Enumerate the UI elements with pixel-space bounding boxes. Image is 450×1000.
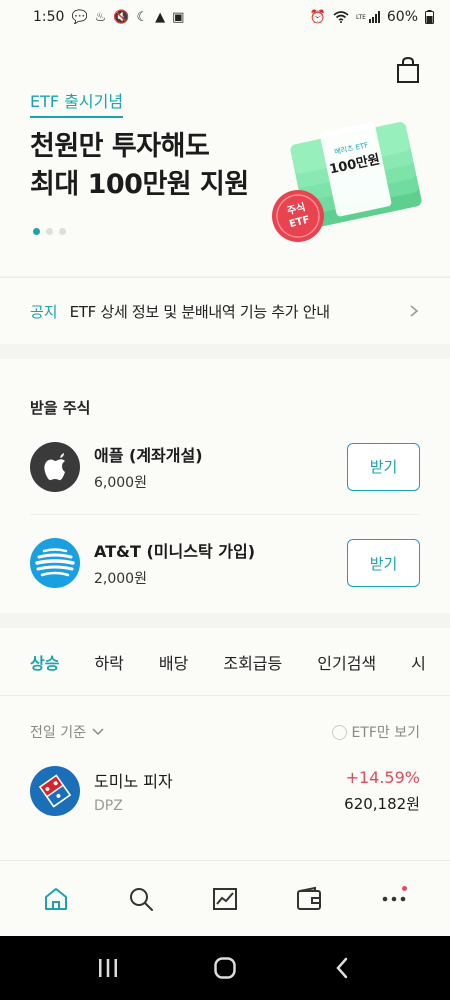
etf-only-label: ETF만 보기 [351, 725, 420, 741]
tab-dividend[interactable]: 배당 [159, 628, 188, 695]
basis-label: 전일 기준 [30, 725, 86, 741]
back-icon [335, 957, 347, 979]
tab-rise[interactable]: 상승 [30, 628, 60, 695]
recent-apps-button[interactable] [88, 948, 128, 988]
stock-info: AT&T (미니스탁 가입) 2,000원 [94, 538, 347, 588]
chevron-right-icon [410, 305, 419, 317]
banner-title-line1: 천원만 투자해도 [30, 131, 210, 162]
radio-icon [332, 724, 348, 740]
signal-icon: LTE [356, 11, 380, 23]
tab-popular-search[interactable]: 인기검색 [317, 628, 376, 695]
att-icon [30, 538, 80, 588]
image-notification-icon: ▣ [172, 9, 185, 25]
back-button[interactable] [322, 948, 362, 988]
promo-banner[interactable]: ETF 출시기념 천원만 투자해도 최대 100만원 지원 메리츠 ETF 10… [0, 34, 450, 276]
tab-partial[interactable]: 시 [411, 628, 426, 695]
rank-change: +14.59% [345, 768, 420, 787]
section-title: 받을 주식 [30, 399, 91, 417]
status-right: ⏰ LTE 60% [310, 9, 434, 25]
receive-button[interactable]: 받기 [347, 539, 420, 587]
chat-notification-icon: 💬 [71, 9, 88, 25]
rank-ticker: DPZ [94, 798, 123, 814]
home-icon [45, 887, 68, 910]
shopping-bag-icon[interactable] [396, 56, 420, 84]
carousel-dots [33, 228, 66, 235]
battery-icon [425, 10, 434, 24]
rank-name: 도미노 피자 [94, 772, 173, 791]
status-time: 1:50 [33, 9, 65, 25]
rank-values: +14.59% 620,182원 [344, 768, 420, 814]
carousel-dot[interactable] [46, 228, 53, 235]
banner-tag: ETF 출시기념 [30, 88, 124, 118]
svg-text:LTE: LTE [356, 14, 366, 21]
notice-text: ETF 상세 정보 및 분배내역 기능 추가 안내 [69, 302, 330, 321]
nav-wallet[interactable] [284, 874, 334, 924]
etf-money-stack-illustration: 메리츠 ETF 100만원 주식 ETF [272, 122, 422, 242]
nav-more[interactable] [369, 874, 419, 924]
stock-row: AT&T (미니스탁 가입) 2,000원 받기 [30, 515, 420, 611]
basis-dropdown[interactable]: 전일 기준 [30, 722, 104, 742]
new-badge-dot [401, 885, 407, 891]
status-left: 1:50 💬 ♨ 🔇 ☾ ▲ ▣ [33, 9, 184, 25]
chart-icon [212, 887, 237, 910]
app-notification-icon: ♨ [94, 9, 107, 25]
search-icon [129, 887, 153, 911]
recent-apps-icon [99, 959, 118, 977]
battery-percent: 60% [386, 9, 418, 25]
home-button[interactable] [205, 948, 245, 988]
home-circle-icon [214, 957, 236, 979]
notice-label: 공지 [30, 302, 58, 321]
banner-title-line2: 최대 100만원 지원 [30, 169, 249, 200]
wifi-icon [333, 11, 349, 23]
system-nav-bar [0, 936, 450, 1000]
rank-price: 620,182원 [344, 795, 420, 813]
receive-button[interactable]: 받기 [347, 442, 420, 491]
banner-title: 천원만 투자해도 최대 100만원 지원 [30, 128, 249, 204]
ranking-row[interactable]: 도미노 피자 DPZ +14.59% 620,182원 [30, 765, 420, 817]
alarm-icon: ⏰ [309, 9, 326, 25]
stock-name: AT&T (미니스탁 가입) [94, 542, 256, 561]
stock-row: 애플 (계좌개설) 6,000원 받기 [30, 419, 420, 515]
ranking-tabs: 상승 하락 배당 조회급등 인기검색 시 [0, 628, 450, 696]
stock-amount: 2,000원 [94, 571, 147, 587]
ranking-section: 상승 하락 배당 조회급등 인기검색 시 전일 기준 ETF만 보기 도미노 피… [0, 628, 450, 860]
nav-search[interactable] [116, 874, 166, 924]
domino-icon [30, 766, 80, 816]
filter-row: 전일 기준 ETF만 보기 [30, 722, 420, 742]
moon-icon: ☾ [136, 9, 149, 25]
stock-name: 애플 (계좌개설) [94, 445, 203, 465]
carousel-dot[interactable] [59, 228, 66, 235]
carousel-dot-active[interactable] [33, 228, 40, 235]
nav-chart[interactable] [200, 874, 250, 924]
warning-icon: ▲ [155, 9, 166, 25]
stock-info: 애플 (계좌개설) 6,000원 [94, 442, 347, 492]
etf-only-toggle[interactable]: ETF만 보기 [332, 722, 420, 742]
bottom-nav [0, 860, 450, 936]
wallet-icon [297, 886, 322, 910]
notice-bar[interactable]: 공지 ETF 상세 정보 및 분배내역 기능 추가 안내 [0, 277, 450, 344]
nav-home[interactable] [31, 874, 81, 924]
apple-icon [30, 441, 80, 492]
chevron-down-icon [92, 728, 104, 736]
tab-view-surge[interactable]: 조회급등 [223, 628, 282, 695]
status-bar: 1:50 💬 ♨ 🔇 ☾ ▲ ▣ ⏰ LTE 60% [0, 0, 450, 34]
stock-amount: 6,000원 [94, 474, 147, 491]
rank-info: 도미노 피자 DPZ [94, 768, 344, 814]
receive-stocks-section: 받을 주식 애플 (계좌개설) 6,000원 받기 AT&T (미니스탁 가입)… [0, 359, 450, 613]
mute-notification-icon: 🔇 [113, 9, 130, 25]
tab-fall[interactable]: 하락 [94, 628, 123, 695]
